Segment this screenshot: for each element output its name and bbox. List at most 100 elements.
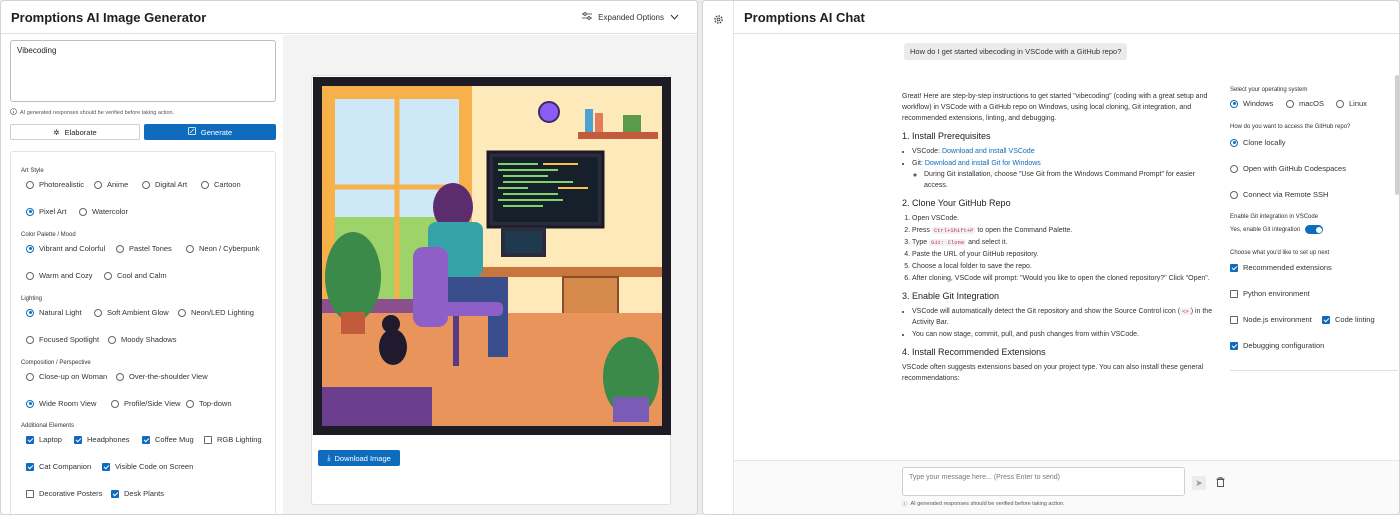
assistant-message: Great! Here are step-by-step instruction… — [902, 91, 1220, 384]
checkbox[interactable] — [26, 489, 34, 498]
composition-option[interactable]: Profile/Side View — [111, 399, 181, 408]
vscode-download-link[interactable]: Download and install VSCode — [942, 148, 1035, 155]
palette-option[interactable]: Neon / Cyberpunk — [186, 244, 259, 253]
download-image-button[interactable]: ⤓ Download Image — [318, 450, 400, 466]
palette-option[interactable]: Pastel Tones — [116, 244, 172, 253]
os-option[interactable]: Linux — [1336, 99, 1367, 108]
checkbox[interactable] — [111, 489, 119, 498]
radio-button[interactable] — [1230, 99, 1238, 108]
art-style-option[interactable]: Digital Art — [142, 180, 187, 189]
lighting-option[interactable]: Focused Spotlight — [26, 335, 99, 344]
element-option[interactable]: RGB Lighting — [204, 435, 262, 444]
radio-button[interactable] — [142, 180, 150, 189]
palette-option[interactable]: Vibrant and Colorful — [26, 244, 105, 253]
setup-option[interactable]: Node.js environment — [1230, 315, 1312, 324]
trash-icon[interactable] — [1216, 477, 1225, 490]
git-download-link[interactable]: Download and install Git for Windows — [925, 160, 1041, 167]
checkbox[interactable] — [1230, 315, 1238, 324]
element-option[interactable]: Visible Code on Screen — [102, 462, 193, 471]
radio-button[interactable] — [26, 335, 34, 344]
disclaimer-text: AI generated responses should be verifie… — [20, 109, 175, 116]
radio-button[interactable] — [26, 180, 34, 189]
radio-button[interactable] — [1230, 138, 1238, 147]
radio-button[interactable] — [94, 180, 102, 189]
send-icon[interactable]: ➤ — [1192, 476, 1206, 490]
settings-icon[interactable] — [713, 12, 724, 30]
radio-button[interactable] — [94, 308, 102, 317]
element-option[interactable]: Decorative Posters — [26, 489, 102, 498]
art-style-option[interactable]: Anime — [94, 180, 128, 189]
radio-button[interactable] — [1230, 164, 1238, 173]
radio-button[interactable] — [26, 399, 34, 408]
prompt-input[interactable]: Vibecoding — [10, 40, 276, 102]
radio-button[interactable] — [178, 308, 186, 317]
element-option[interactable]: Headphones — [74, 435, 130, 444]
radio-button[interactable] — [111, 399, 119, 408]
checkbox[interactable] — [1322, 315, 1330, 324]
art-style-option[interactable]: Pixel Art — [26, 207, 67, 216]
generate-button[interactable]: Generate — [144, 124, 276, 140]
composition-option[interactable]: Top-down — [186, 399, 232, 408]
checkbox[interactable] — [1230, 341, 1238, 350]
radio-button[interactable] — [116, 372, 124, 381]
lighting-option[interactable]: Moody Shadows — [108, 335, 176, 344]
os-option[interactable]: Windows — [1230, 99, 1273, 108]
radio-button[interactable] — [79, 207, 87, 216]
art-style-option[interactable]: Watercolor — [79, 207, 128, 216]
radio-button[interactable] — [26, 271, 34, 280]
checkbox[interactable] — [26, 462, 34, 471]
composition-option[interactable]: Over-the-shoulder View — [116, 372, 208, 381]
radio-button[interactable] — [26, 372, 34, 381]
palette-option[interactable]: Warm and Cozy — [26, 271, 93, 280]
art-style-option[interactable]: Photorealistic — [26, 180, 84, 189]
setup-option[interactable]: Code linting — [1322, 315, 1375, 324]
art-style-option[interactable]: Cartoon — [201, 180, 241, 189]
checkbox[interactable] — [102, 462, 110, 471]
checkbox[interactable] — [142, 435, 150, 444]
composition-option[interactable]: Close-up on Woman — [26, 372, 107, 381]
lighting-option[interactable]: Neon/LED Lighting — [178, 308, 254, 317]
radio-button[interactable] — [104, 271, 112, 280]
radio-button[interactable] — [186, 244, 194, 253]
palette-option[interactable]: Cool and Calm — [104, 271, 167, 280]
expanded-options-button[interactable]: Expanded Options — [582, 12, 679, 22]
radio-button[interactable] — [186, 399, 194, 408]
element-option[interactable]: Desk Plants — [111, 489, 164, 498]
element-option[interactable]: Cat Companion — [26, 462, 91, 471]
radio-button[interactable] — [1336, 99, 1344, 108]
elaborate-button[interactable]: ✲ Elaborate — [10, 124, 140, 140]
setup-option[interactable]: Debugging configuration — [1230, 341, 1324, 350]
message-input[interactable]: Type your message here... (Press Enter t… — [902, 467, 1185, 496]
radio-button[interactable] — [26, 308, 34, 317]
list-item: Open VSCode. — [912, 213, 1220, 224]
element-option[interactable]: Coffee Mug — [142, 435, 194, 444]
step-1-heading: 1. Install Prerequisites — [902, 131, 991, 141]
radio-button[interactable] — [26, 244, 34, 253]
setup-option[interactable]: Recommended extensions — [1230, 263, 1332, 272]
radio-button[interactable] — [1230, 190, 1238, 199]
git-integration-toggle[interactable]: Yes, enable Git integration — [1230, 225, 1324, 234]
composition-option[interactable]: Wide Room View — [26, 399, 96, 408]
radio-button[interactable] — [201, 180, 209, 189]
element-option[interactable]: Laptop — [26, 435, 62, 444]
lighting-option[interactable]: Natural Light — [26, 308, 82, 317]
access-option[interactable]: Connect via Remote SSH — [1230, 190, 1328, 199]
os-option[interactable]: macOS — [1286, 99, 1324, 108]
form-divider — [1230, 370, 1398, 371]
checkbox[interactable] — [26, 435, 34, 444]
radio-button[interactable] — [1286, 99, 1294, 108]
lighting-option[interactable]: Soft Ambient Glow — [94, 308, 169, 317]
checkbox[interactable] — [74, 435, 82, 444]
radio-button[interactable] — [108, 335, 116, 344]
setup-option[interactable]: Python environment — [1230, 289, 1310, 298]
access-option[interactable]: Open with GitHub Codespaces — [1230, 164, 1346, 173]
checkbox[interactable] — [1230, 289, 1238, 298]
checkbox[interactable] — [1230, 263, 1238, 272]
download-icon: ⤓ — [327, 453, 331, 462]
radio-button[interactable] — [26, 207, 34, 216]
access-option[interactable]: Clone locally — [1230, 138, 1286, 147]
toggle-switch[interactable] — [1305, 225, 1324, 234]
checkbox[interactable] — [204, 435, 212, 444]
radio-button[interactable] — [116, 244, 124, 253]
chat-scrollbar[interactable] — [1395, 75, 1399, 195]
